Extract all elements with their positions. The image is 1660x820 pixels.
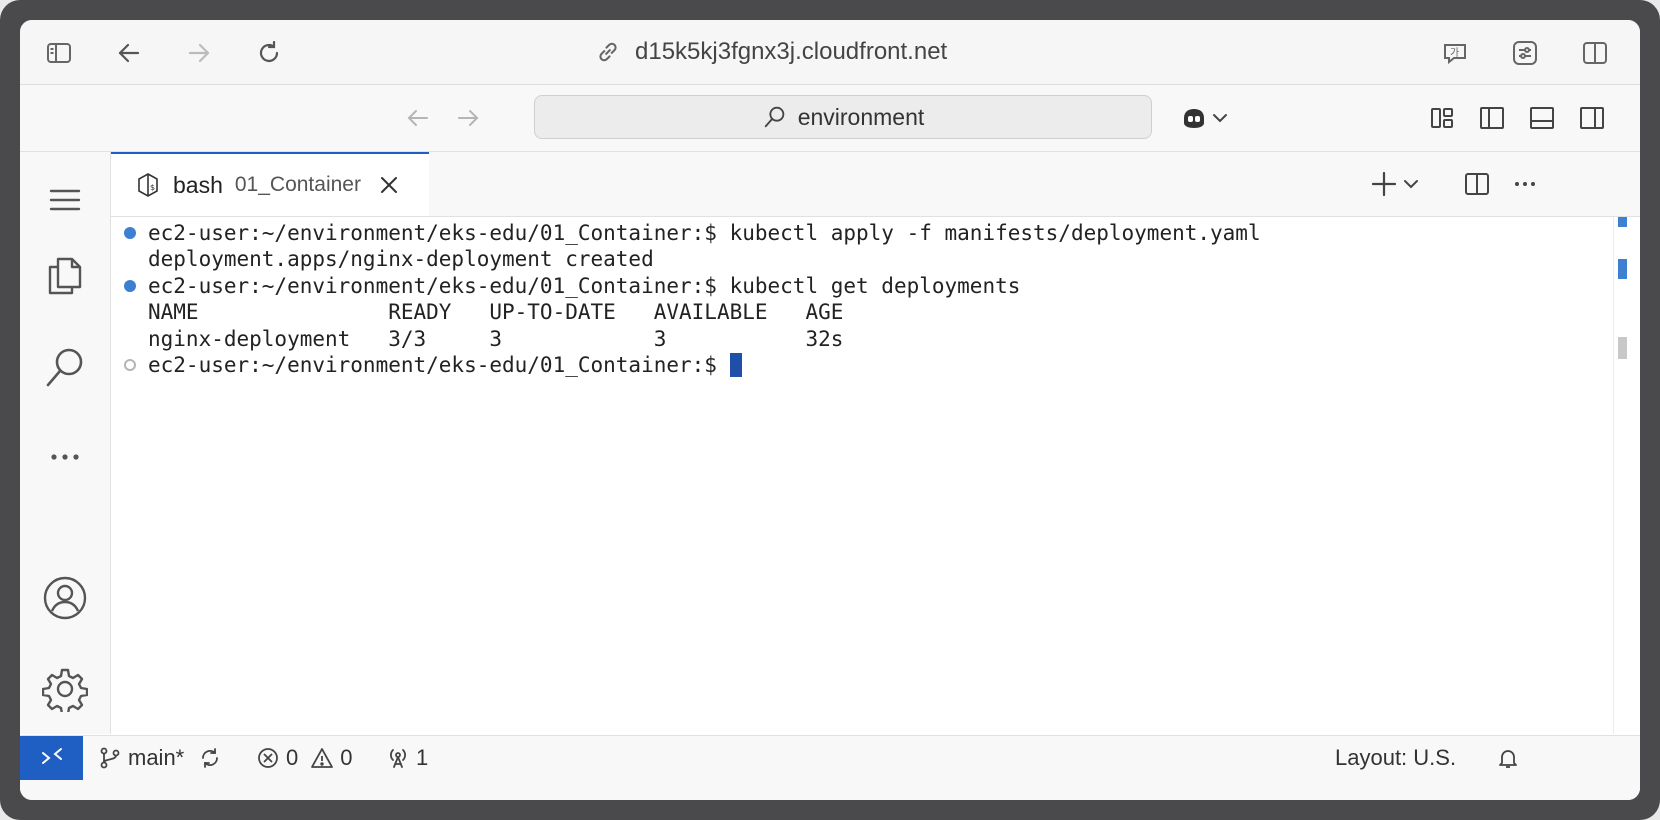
terminal-line: nginx-deployment 3/3 3 3 32s xyxy=(148,327,844,351)
split-view-icon[interactable] xyxy=(1580,38,1610,68)
tab-name: bash xyxy=(173,171,223,198)
svg-text:$: $ xyxy=(150,183,155,192)
close-icon[interactable] xyxy=(377,173,401,197)
warning-icon xyxy=(311,748,334,768)
link-icon xyxy=(599,42,617,62)
terminal-cursor xyxy=(729,353,742,377)
chevron-down-icon[interactable] xyxy=(1399,168,1423,200)
toggle-primary-sidebar-icon[interactable] xyxy=(1476,102,1508,134)
title-bar: environment xyxy=(20,85,1640,152)
address-bar[interactable]: d15k5kj3fgnx3j.cloudfront.net xyxy=(595,36,947,68)
command-center-search[interactable]: environment xyxy=(534,95,1152,139)
tab-description: 01_Container xyxy=(234,173,361,196)
terminal-prompt-line: ec2-user:~/environment/eks-edu/01_Contai… xyxy=(148,352,742,378)
chevron-down-icon[interactable] xyxy=(1208,102,1232,134)
back-arrow-icon[interactable] xyxy=(402,102,434,134)
bell-icon xyxy=(1499,750,1517,768)
remote-icon xyxy=(41,748,62,764)
keyboard-layout-status[interactable]: Layout: U.S. xyxy=(1335,736,1456,780)
sidebar-icon[interactable] xyxy=(44,38,74,68)
warning-count: 0 xyxy=(340,745,353,770)
manage-gear-icon[interactable] xyxy=(40,664,90,714)
reload-icon[interactable] xyxy=(254,38,284,68)
forward-icon[interactable] xyxy=(184,38,214,68)
accounts-icon[interactable] xyxy=(40,573,90,623)
sync-icon[interactable] xyxy=(198,746,222,770)
browser-window: d15k5kj3fgnx3j.cloudfront.net 가 environm… xyxy=(20,20,1640,800)
notifications-status[interactable] xyxy=(1496,736,1520,780)
translate-icon[interactable]: 가 xyxy=(1440,38,1470,68)
error-icon xyxy=(258,748,278,768)
page-settings-icon[interactable] xyxy=(1510,38,1540,68)
error-count: 0 xyxy=(286,745,299,770)
terminal-prompt: ec2-user:~/environment/eks-edu/01_Contai… xyxy=(148,353,730,377)
new-terminal-icon[interactable] xyxy=(1368,168,1400,200)
menu-icon[interactable] xyxy=(40,175,90,225)
screen-frame: d15k5kj3fgnx3j.cloudfront.net 가 environm… xyxy=(0,0,1660,820)
ports-status[interactable]: 1 xyxy=(386,736,428,780)
forward-arrow-icon[interactable] xyxy=(452,102,484,134)
toggle-panel-icon[interactable] xyxy=(1526,102,1558,134)
copilot-icon[interactable] xyxy=(1178,102,1210,134)
browser-toolbar: d15k5kj3fgnx3j.cloudfront.net 가 xyxy=(20,20,1640,85)
command-success-decoration[interactable] xyxy=(124,227,136,239)
terminal-line: NAME READY UP-TO-DATE AVAILABLE AGE xyxy=(148,300,844,324)
terminal-output[interactable]: ec2-user:~/environment/eks-edu/01_Contai… xyxy=(111,217,1640,734)
terminal-scrollbar[interactable] xyxy=(1613,217,1640,734)
bash-terminal-icon: $ xyxy=(138,173,158,197)
source-control-branch-icon xyxy=(100,747,120,769)
terminal-line: deployment.apps/nginx-deployment created xyxy=(148,247,654,271)
toggle-secondary-sidebar-icon[interactable] xyxy=(1576,102,1608,134)
search-text: environment xyxy=(797,103,925,130)
problems-status[interactable]: 0 0 xyxy=(256,736,353,780)
scroll-thumb[interactable] xyxy=(1618,337,1627,359)
terminal-tab[interactable]: $ bash 01_Container xyxy=(111,152,429,216)
scroll-marker xyxy=(1618,259,1627,279)
remote-indicator-button[interactable] xyxy=(20,736,83,780)
scroll-marker xyxy=(1618,217,1627,227)
more-icon[interactable] xyxy=(40,432,90,482)
ports-count: 1 xyxy=(416,745,429,770)
search-icon xyxy=(764,106,784,128)
more-actions-icon[interactable] xyxy=(1509,168,1541,200)
terminal-line: ec2-user:~/environment/eks-edu/01_Contai… xyxy=(148,274,1021,298)
command-pending-decoration xyxy=(124,359,136,371)
explorer-icon[interactable] xyxy=(40,251,90,301)
status-bar: main* 0 0 1 Layout: U.S. xyxy=(20,735,1640,800)
terminal-line: ec2-user:~/environment/eks-edu/01_Contai… xyxy=(148,221,1261,245)
url-text: d15k5kj3fgnx3j.cloudfront.net xyxy=(635,38,948,65)
customize-layout-icon[interactable] xyxy=(1426,102,1458,134)
activity-bar xyxy=(20,152,111,734)
branch-status[interactable]: main* xyxy=(98,736,222,780)
search-icon[interactable] xyxy=(40,342,90,392)
broadcast-icon xyxy=(390,749,406,768)
branch-name: main* xyxy=(128,745,185,770)
svg-text:가: 가 xyxy=(1450,47,1459,59)
command-success-decoration[interactable] xyxy=(124,280,136,292)
split-terminal-icon[interactable] xyxy=(1461,168,1493,200)
terminal-tab-strip: $ bash 01_Container xyxy=(111,152,1640,217)
layout-label: Layout: U.S. xyxy=(1335,745,1457,770)
back-icon[interactable] xyxy=(114,38,144,68)
